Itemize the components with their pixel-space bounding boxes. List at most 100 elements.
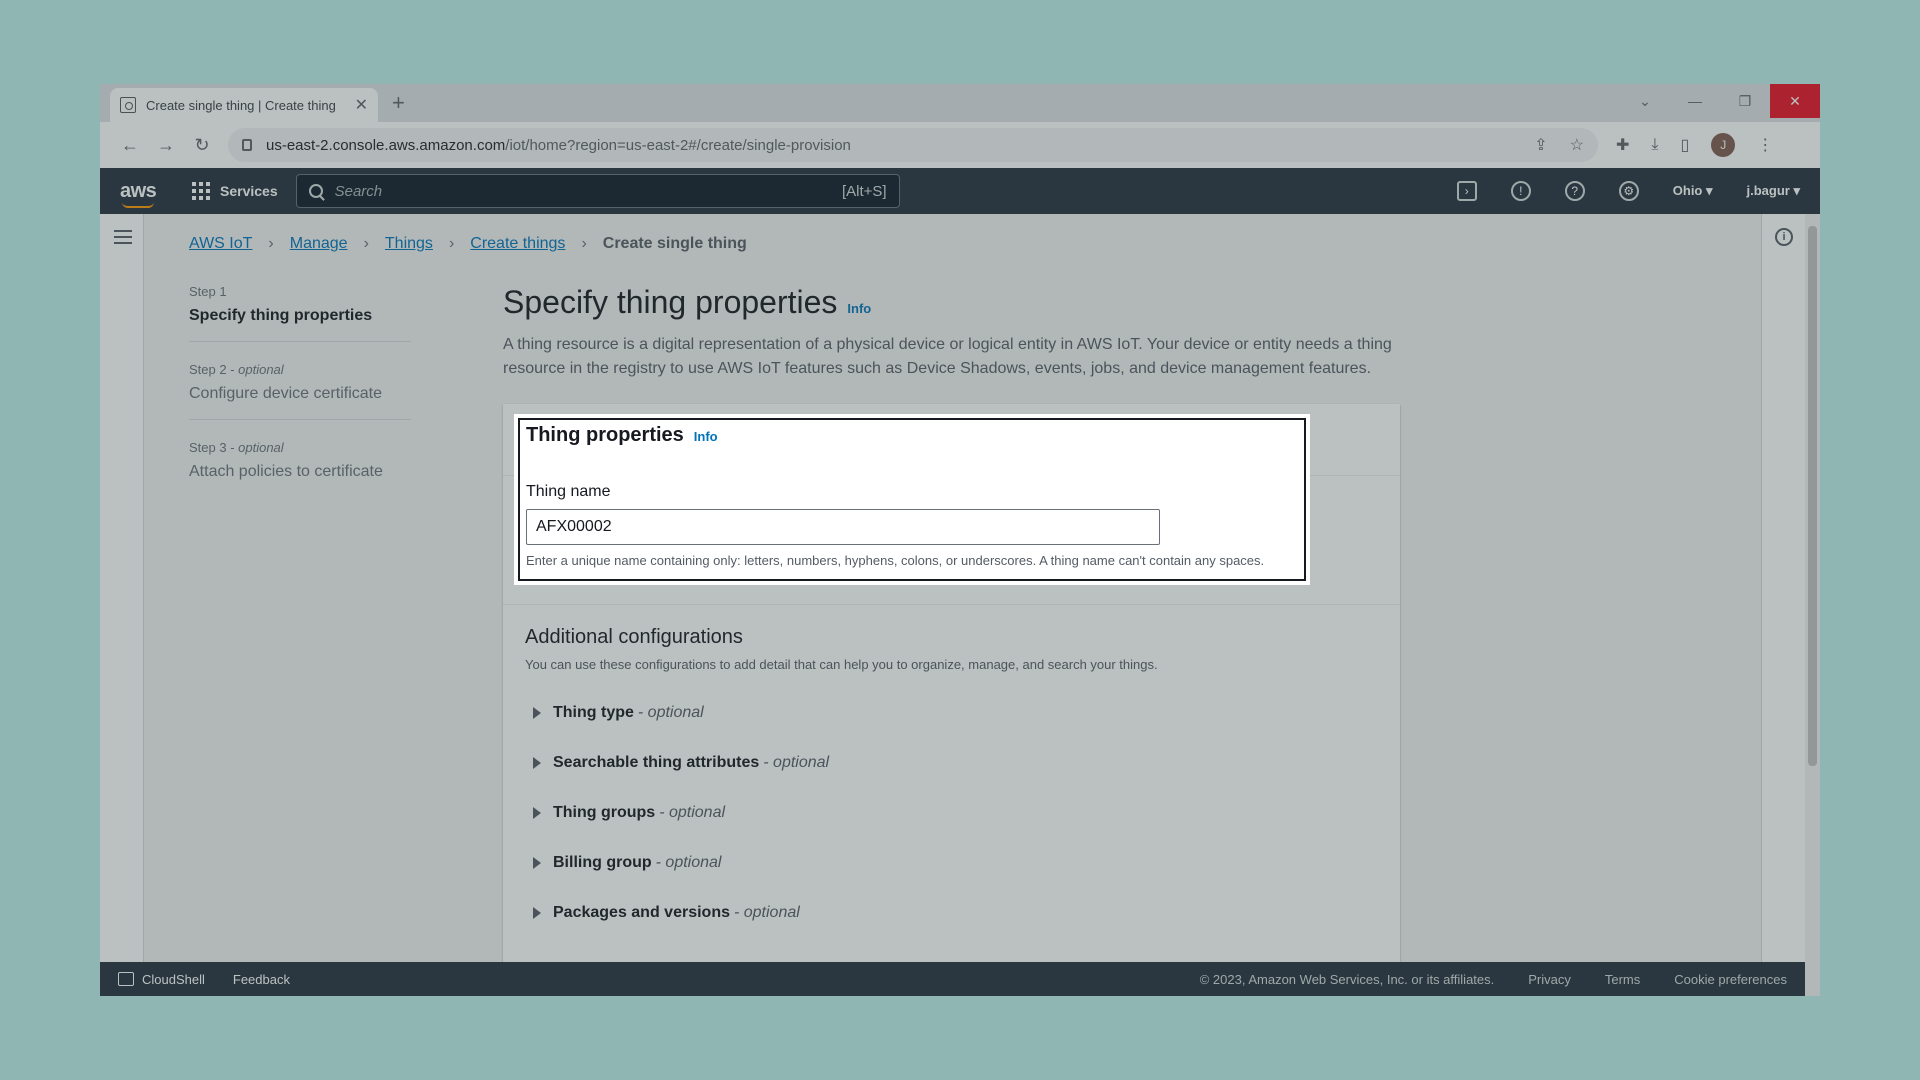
- cloudshell-icon[interactable]: [118, 972, 134, 986]
- share-icon[interactable]: ⇪: [1534, 135, 1547, 155]
- bookmark-star-icon[interactable]: ☆: [1570, 135, 1584, 155]
- download-icon[interactable]: ⤓: [1651, 136, 1658, 154]
- breadcrumb-manage[interactable]: Manage: [290, 235, 348, 253]
- additional-config-description: You can use these configurations to add …: [525, 657, 1158, 672]
- cloudshell-link[interactable]: CloudShell: [142, 972, 205, 987]
- browser-tab[interactable]: Create single thing | Create thing ✕: [110, 88, 378, 122]
- console-search-input[interactable]: Search [Alt+S]: [295, 174, 900, 208]
- expander-thing-type[interactable]: Thing type - optional: [525, 704, 1158, 722]
- minimize-button[interactable]: —: [1670, 84, 1720, 118]
- browser-menu-icon[interactable]: ⋮: [1757, 135, 1773, 155]
- expander-packages-versions[interactable]: Packages and versions - optional: [525, 904, 1158, 922]
- url-host: us-east-2.console.aws.amazon.com: [266, 136, 506, 154]
- caret-right-icon: [533, 907, 541, 919]
- caret-right-icon: [533, 757, 541, 769]
- side-nav-rail: [100, 214, 144, 962]
- card-info-link[interactable]: Info: [694, 429, 718, 444]
- services-label: Services: [220, 183, 278, 199]
- main-header: Specify thing properties Info A thing re…: [503, 284, 1400, 381]
- step-title: Configure device certificate: [189, 385, 382, 402]
- feedback-link[interactable]: Feedback: [233, 972, 290, 987]
- account-menu[interactable]: j.bagur ▾: [1747, 183, 1800, 199]
- step-number: Step 2 - optional: [189, 362, 284, 377]
- side-panel-icon[interactable]: ▯: [1680, 135, 1689, 155]
- chevron-right-icon: ›: [363, 235, 369, 252]
- address-bar[interactable]: us-east-2.console.aws.amazon.com/iot/hom…: [228, 128, 1598, 162]
- region-selector[interactable]: Ohio ▾: [1673, 183, 1713, 199]
- expander-thing-groups[interactable]: Thing groups - optional: [525, 804, 1158, 822]
- extensions-icon[interactable]: ✚: [1616, 135, 1629, 155]
- help-panel-rail: i: [1761, 214, 1805, 962]
- page-scrollbar[interactable]: [1805, 214, 1820, 996]
- breadcrumb-current: Create single thing: [602, 235, 747, 252]
- help-icon[interactable]: ?: [1564, 181, 1585, 201]
- services-menu-button[interactable]: Services: [192, 182, 278, 200]
- thing-name-label: Thing name: [526, 483, 611, 500]
- divider: [503, 604, 1400, 605]
- thing-properties-card: Thing properties Info Thing name Enter a…: [514, 414, 1310, 585]
- tab-search-icon[interactable]: ⌄: [1620, 84, 1670, 118]
- info-icon[interactable]: i: [1775, 228, 1793, 246]
- cookie-preferences-link[interactable]: Cookie preferences: [1674, 972, 1787, 987]
- step-number: Step 1: [189, 284, 227, 299]
- search-placeholder: Search: [334, 182, 383, 200]
- step-title: Specify thing properties: [189, 307, 373, 324]
- close-window-button[interactable]: ✕: [1770, 84, 1820, 118]
- thing-name-input[interactable]: [526, 509, 1160, 545]
- thing-name-hint: Enter a unique name containing only: let…: [526, 553, 1265, 568]
- additional-configurations: Additional configurations You can use th…: [525, 626, 1158, 922]
- card-title: Thing properties: [526, 424, 684, 446]
- additional-config-title: Additional configurations: [525, 626, 743, 648]
- caret-right-icon: [533, 857, 541, 869]
- privacy-link[interactable]: Privacy: [1528, 972, 1571, 987]
- back-icon[interactable]: ←: [112, 135, 148, 156]
- search-icon: [308, 184, 323, 198]
- aws-top-nav: aws Services Search [Alt+S] › ! ? ⚙ Ohio…: [100, 168, 1820, 214]
- breadcrumb-aws-iot[interactable]: AWS IoT: [189, 235, 252, 253]
- browser-window: Create single thing | Create thing ✕ + ⌄…: [100, 84, 1820, 996]
- console-footer: CloudShell Feedback © 2023, Amazon Web S…: [100, 962, 1805, 996]
- profile-avatar[interactable]: J: [1711, 133, 1736, 157]
- breadcrumb-create-things[interactable]: Create things: [470, 235, 565, 253]
- aws-logo[interactable]: aws: [120, 180, 166, 208]
- chevron-right-icon: ›: [448, 235, 455, 252]
- scrollbar-thumb[interactable]: [1808, 226, 1817, 766]
- gear-icon[interactable]: ⚙: [1618, 181, 1639, 201]
- restore-button[interactable]: ❐: [1720, 84, 1770, 118]
- search-shortcut: [Alt+S]: [842, 182, 887, 200]
- tab-close-icon[interactable]: ✕: [355, 95, 368, 115]
- caret-right-icon: [533, 707, 541, 719]
- hamburger-menu-icon[interactable]: [114, 230, 132, 244]
- lock-icon[interactable]: [242, 139, 252, 151]
- new-tab-button[interactable]: +: [392, 90, 405, 116]
- step-number: Step 3 - optional: [189, 440, 284, 455]
- breadcrumb-things[interactable]: Things: [385, 235, 433, 253]
- wizard-step-2: Step 2 - optional Configure device certi…: [189, 362, 411, 420]
- browser-toolbar: ← → ↻ us-east-2.console.aws.amazon.com/i…: [100, 122, 1820, 168]
- tab-title: Create single thing | Create thing: [146, 97, 336, 113]
- wizard-step-3: Step 3 - optional Attach policies to cer…: [189, 440, 411, 497]
- caret-right-icon: [533, 807, 541, 819]
- reload-icon[interactable]: ↻: [184, 135, 220, 156]
- copyright-text: © 2023, Amazon Web Services, Inc. or its…: [1199, 971, 1495, 987]
- grid-icon: [192, 182, 210, 200]
- bell-icon[interactable]: !: [1510, 181, 1531, 201]
- page-description: A thing resource is a digital representa…: [503, 336, 1392, 377]
- expander-billing-group[interactable]: Billing group - optional: [525, 854, 1158, 872]
- forward-icon[interactable]: →: [148, 135, 184, 156]
- chevron-right-icon: ›: [581, 235, 587, 252]
- page-title: Specify thing properties: [503, 284, 838, 320]
- aws-iot-favicon-icon: [120, 97, 136, 113]
- wizard-steps: Step 1 Specify thing properties Step 2 -…: [189, 284, 411, 517]
- expander-searchable-attributes[interactable]: Searchable thing attributes - optional: [525, 754, 1158, 772]
- cloudshell-icon[interactable]: ›: [1456, 181, 1477, 201]
- chevron-right-icon: ›: [268, 235, 274, 252]
- page-content: i AWS IoT › Manage › Things › Create thi…: [100, 214, 1805, 964]
- terms-link[interactable]: Terms: [1605, 972, 1640, 987]
- page-info-link[interactable]: Info: [847, 301, 871, 316]
- breadcrumb: AWS IoT › Manage › Things › Create thing…: [189, 235, 747, 253]
- step-title: Attach policies to certificate: [189, 463, 383, 480]
- window-controls: ⌄ — ❐ ✕: [1620, 84, 1820, 118]
- url-path: /iot/home?region=us-east-2#/create/singl…: [505, 136, 851, 154]
- wizard-step-1: Step 1 Specify thing properties: [189, 284, 411, 342]
